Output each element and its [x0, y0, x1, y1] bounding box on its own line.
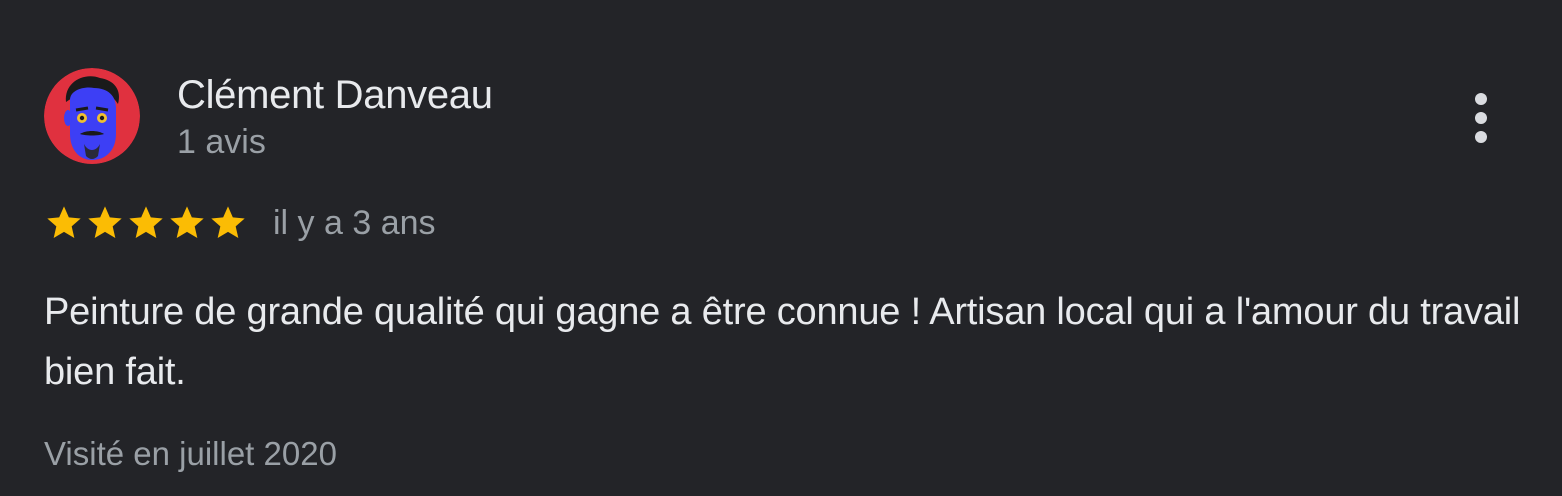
star-icon [211, 206, 245, 238]
visit-date: Visité en juillet 2020 [44, 435, 337, 472]
review-card: Clément Danveau 1 avis il y a 3 ans Pein… [0, 0, 1562, 496]
review-text: Peinture de grande qualité qui gagne a ê… [44, 291, 1521, 393]
star-icon [129, 206, 163, 238]
rating-row: il y a 3 ans [44, 200, 436, 246]
star-icon [170, 206, 204, 238]
star-icon [47, 206, 81, 238]
avatar-face-icon [44, 68, 140, 164]
author-name[interactable]: Clément Danveau [177, 72, 493, 118]
author-review-count[interactable]: 1 avis [177, 122, 266, 162]
more-options-button[interactable] [1458, 88, 1504, 148]
review-relative-date: il y a 3 ans [273, 204, 436, 242]
more-vert-icon [1475, 93, 1487, 143]
author-avatar[interactable] [44, 68, 140, 164]
star-icon [88, 206, 122, 238]
star-rating [44, 203, 249, 243]
